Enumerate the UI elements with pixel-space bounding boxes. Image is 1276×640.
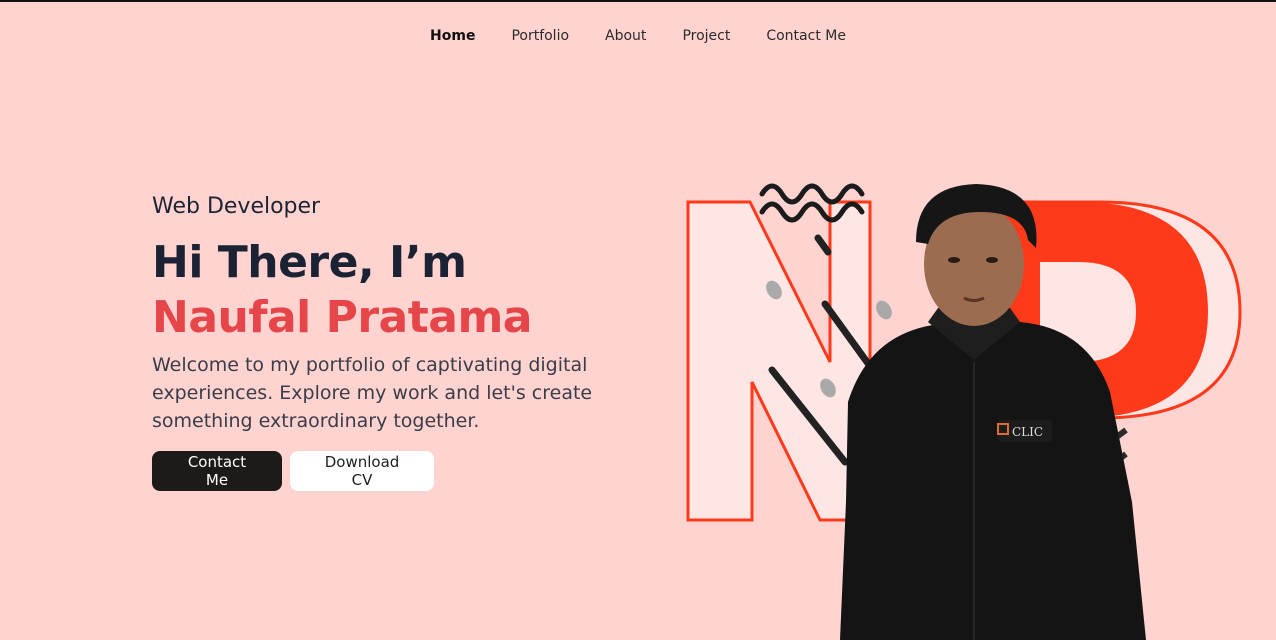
nav-item-portfolio[interactable]: Portfolio <box>511 28 569 44</box>
nav-item-project[interactable]: Project <box>682 28 730 44</box>
contact-me-button[interactable]: Contact Me <box>152 450 282 491</box>
hero-description: Welcome to my portfolio of captivating d… <box>152 353 593 432</box>
nav-item-contact[interactable]: Contact Me <box>766 28 846 44</box>
hero-illustration: CLIC <box>686 183 1242 640</box>
logo-letter-n <box>686 200 872 522</box>
hero-buttons: Contact Me Download CV <box>152 450 612 491</box>
nav-item-about[interactable]: About <box>605 28 646 44</box>
hero-role: Web Developer <box>152 194 321 219</box>
main-nav: Home Portfolio About Project Contact Me <box>0 28 1276 44</box>
hero-section: Web Developer Hi There, I’m Naufal Prata… <box>152 194 612 491</box>
shirt-logo-text: CLIC <box>1012 425 1043 439</box>
download-cv-button[interactable]: Download CV <box>290 450 434 491</box>
hero-greeting: Hi There, I’m <box>152 237 467 288</box>
hero-name: Naufal Pratama <box>152 291 532 343</box>
nav-item-home[interactable]: Home <box>430 28 475 44</box>
